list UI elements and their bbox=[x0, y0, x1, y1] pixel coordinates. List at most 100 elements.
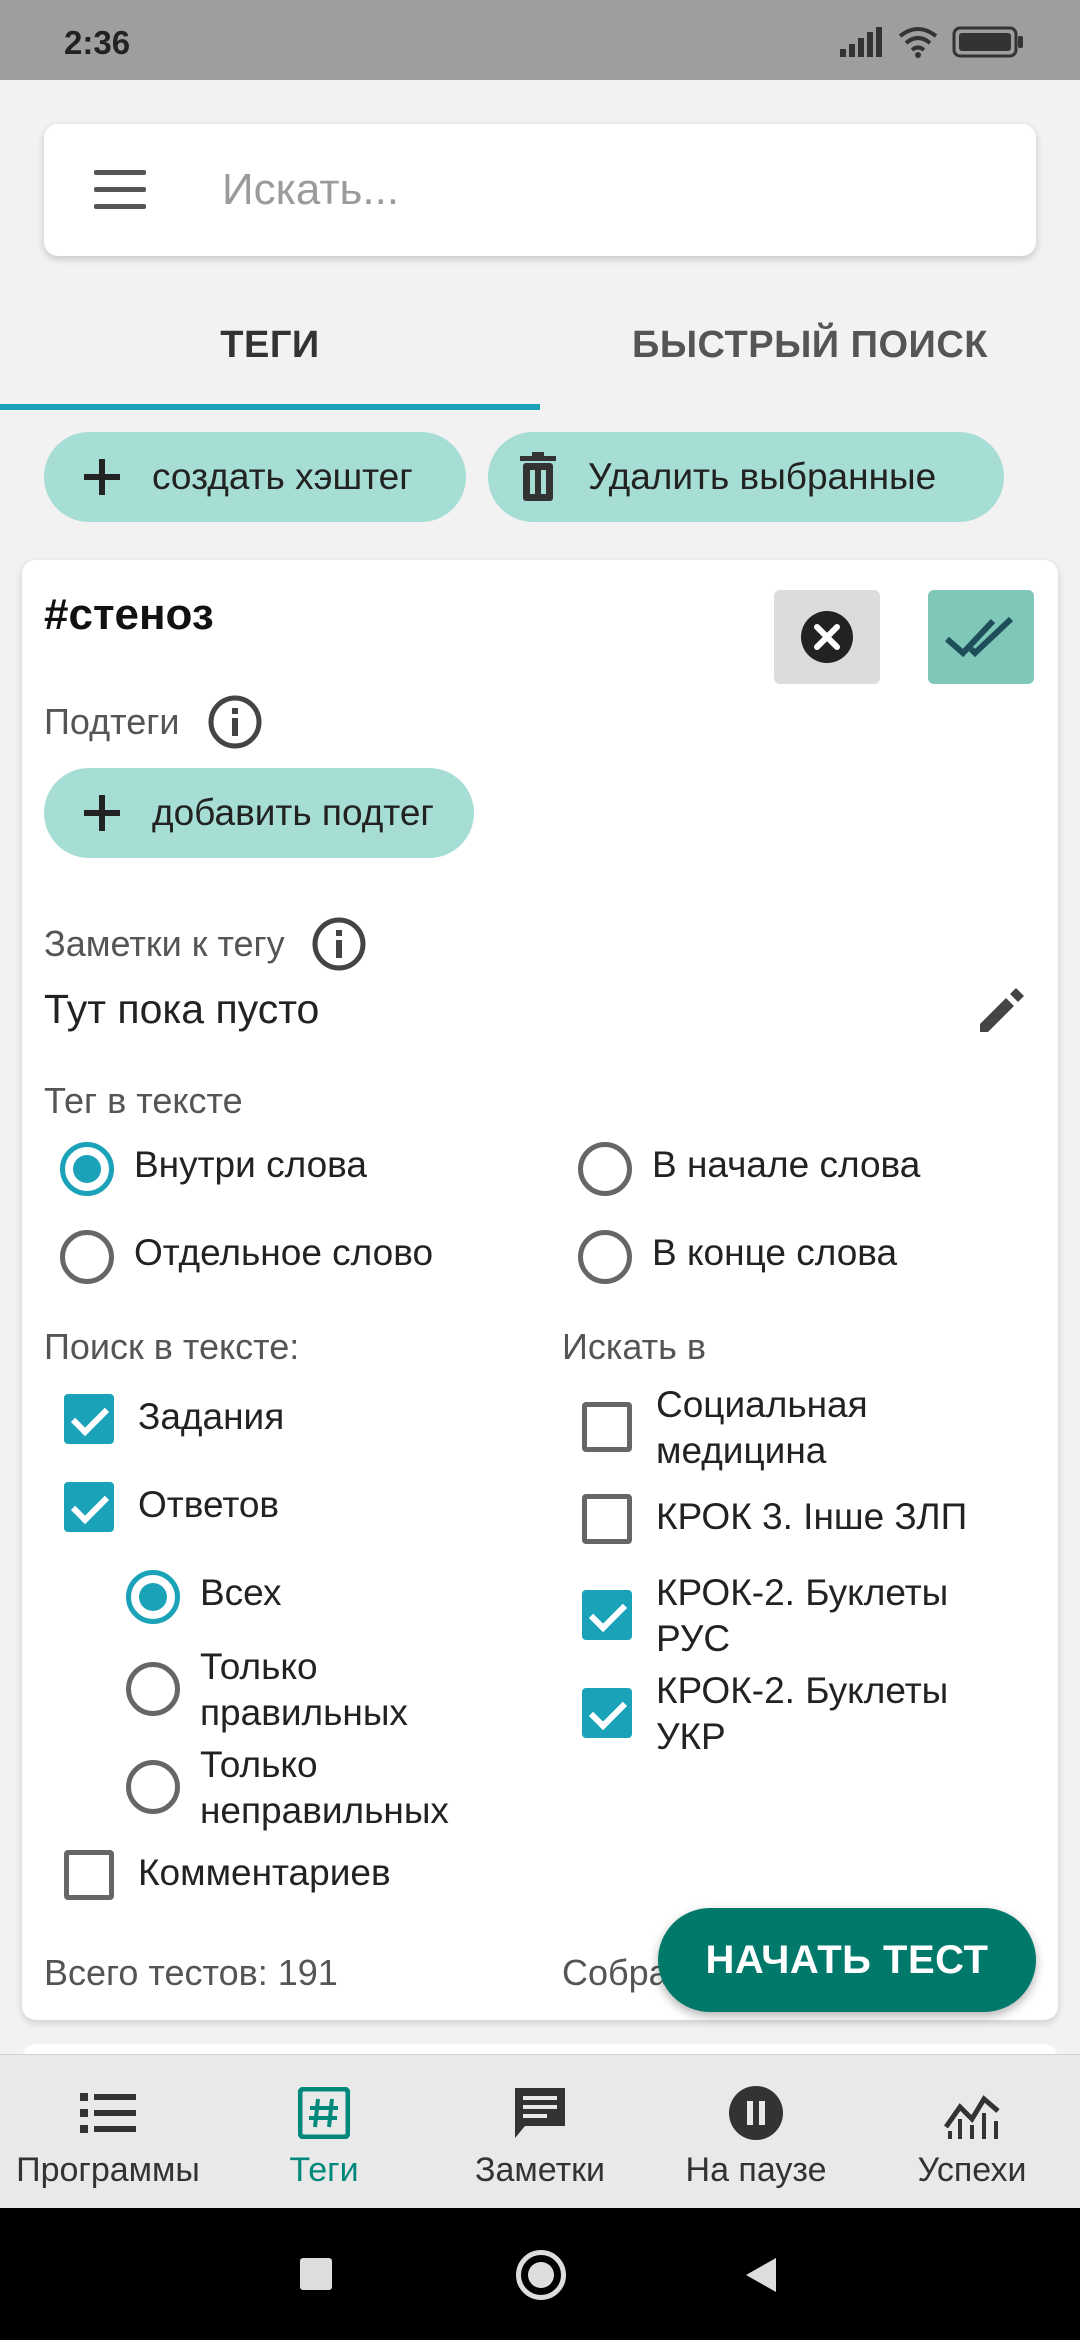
nav-label: Заметки bbox=[474, 2151, 606, 2189]
tag-title: #стеноз bbox=[44, 590, 214, 639]
checkbox-comments[interactable]: Комментариев bbox=[62, 1850, 391, 1900]
info-icon[interactable] bbox=[311, 916, 367, 972]
option-label: Отдельное слово bbox=[134, 1232, 434, 1273]
radio-button bbox=[578, 1230, 632, 1284]
recents-button[interactable] bbox=[300, 2258, 332, 2290]
radio-all-answers[interactable]: Всех bbox=[126, 1570, 281, 1624]
nav-label: Успехи bbox=[917, 2151, 1027, 2189]
checkbox bbox=[64, 1394, 114, 1444]
option-label: КРОК-2. Буклеты РУС bbox=[656, 1572, 949, 1659]
tab-tags[interactable]: ТЕГИ bbox=[0, 290, 540, 410]
option-label: Внутри слова bbox=[134, 1144, 367, 1185]
subtags-row: Подтеги bbox=[44, 694, 263, 750]
wifi-icon bbox=[898, 27, 938, 58]
delete-selected-button[interactable]: Удалить выбранные bbox=[488, 432, 1004, 522]
option-label: Ответов bbox=[138, 1484, 280, 1525]
back-icon[interactable] bbox=[744, 2256, 778, 2294]
checkbox bbox=[64, 1482, 114, 1532]
option-label: Социальная медицина bbox=[656, 1384, 868, 1471]
plus-icon bbox=[66, 441, 138, 513]
checkbox-source-krok2-ukr[interactable]: КРОК-2. Буклеты УКР bbox=[580, 1668, 1000, 1760]
menu-icon[interactable] bbox=[94, 170, 146, 210]
subtags-label: Подтеги bbox=[44, 701, 180, 742]
option-label: Комментариев bbox=[138, 1852, 391, 1893]
search-bar bbox=[44, 124, 1036, 256]
option-label: Всех bbox=[200, 1572, 282, 1613]
trash-icon bbox=[502, 441, 574, 513]
start-test-button[interactable]: НАЧАТЬ ТЕСТ bbox=[658, 1908, 1036, 2012]
close-circle-icon bbox=[801, 611, 853, 663]
radio-button bbox=[60, 1142, 114, 1196]
create-hashtag-button[interactable]: создать хэштег bbox=[44, 432, 466, 522]
nav-label: Теги bbox=[289, 2151, 359, 2189]
active-tab-indicator bbox=[0, 404, 540, 410]
search-input[interactable] bbox=[220, 154, 980, 226]
checkbox-answers[interactable]: Ответов bbox=[62, 1482, 279, 1532]
checkbox bbox=[582, 1590, 632, 1640]
pause-icon bbox=[726, 2083, 786, 2143]
nav-label: Программы bbox=[16, 2151, 200, 2189]
tag-card: #стеноз Подтеги добавить подтег Заметки … bbox=[22, 560, 1058, 2020]
option-label: В начале слова bbox=[652, 1144, 921, 1185]
checkbox bbox=[582, 1402, 632, 1452]
total-tests: Всего тестов: 191 bbox=[44, 1952, 338, 1993]
nav-label: На паузе bbox=[685, 2151, 827, 2189]
option-label: КРОК-2. Буклеты УКР bbox=[656, 1670, 949, 1757]
option-label: КРОК 3. Інше ЗЛП bbox=[656, 1496, 968, 1537]
option-label: Задания bbox=[138, 1396, 285, 1437]
remove-tag-button[interactable] bbox=[774, 590, 880, 684]
plus-icon bbox=[66, 777, 138, 849]
tab-quick-search-label: БЫСТРЫЙ ПОИСК bbox=[632, 324, 988, 366]
nav-tags[interactable]: Теги bbox=[216, 2055, 432, 2209]
battery-icon bbox=[952, 26, 1023, 58]
radio-word-end[interactable]: В конце слова bbox=[578, 1230, 897, 1284]
checkbox-tasks[interactable]: Задания bbox=[62, 1394, 284, 1444]
checkbox bbox=[582, 1688, 632, 1738]
delete-selected-label: Удалить выбранные bbox=[588, 456, 937, 497]
radio-word-start[interactable]: В начале слова bbox=[578, 1142, 920, 1196]
notes-row: Заметки к тегу bbox=[44, 916, 367, 972]
option-label: Только правильных bbox=[200, 1646, 408, 1733]
option-label: Только неправильных bbox=[200, 1744, 449, 1831]
search-in-label: Искать в bbox=[562, 1326, 707, 1367]
notes-label: Заметки к тегу bbox=[44, 923, 285, 964]
radio-only-incorrect[interactable]: Только неправильных bbox=[126, 1742, 449, 1834]
option-label: В конце слова bbox=[652, 1232, 898, 1273]
radio-button bbox=[60, 1230, 114, 1284]
collected-tests: Собра bbox=[562, 1952, 669, 1993]
checkbox-source-krok3[interactable]: КРОК 3. Інше ЗЛП bbox=[580, 1494, 1040, 1544]
search-in-text-label: Поиск в тексте: bbox=[44, 1326, 300, 1367]
nav-programs[interactable]: Программы bbox=[0, 2055, 216, 2209]
chart-icon bbox=[942, 2083, 1002, 2143]
tab-quick-search[interactable]: БЫСТРЫЙ ПОИСК bbox=[540, 290, 1080, 410]
nav-paused[interactable]: На паузе bbox=[648, 2055, 864, 2209]
add-subtag-button[interactable]: добавить подтег bbox=[44, 768, 474, 858]
status-time: 2:36 bbox=[64, 24, 131, 61]
checkbox-source-social-medicine[interactable]: Социальная медицина bbox=[580, 1382, 1000, 1474]
radio-button bbox=[126, 1662, 180, 1716]
checkbox bbox=[582, 1494, 632, 1544]
signal-icon bbox=[840, 27, 882, 57]
info-icon[interactable] bbox=[207, 694, 263, 750]
radio-separate-word[interactable]: Отдельное слово bbox=[60, 1230, 433, 1284]
notes-text: Тут пока пусто bbox=[44, 986, 320, 1032]
home-button[interactable] bbox=[516, 2250, 566, 2300]
nav-notes[interactable]: Заметки bbox=[432, 2055, 648, 2209]
nav-progress[interactable]: Успехи bbox=[864, 2055, 1080, 2209]
radio-inside-word[interactable]: Внутри слова bbox=[60, 1142, 367, 1196]
radio-button bbox=[126, 1570, 180, 1624]
tab-tags-label: ТЕГИ bbox=[220, 324, 320, 366]
status-bar: 2:36 bbox=[0, 0, 1080, 80]
select-tag-button[interactable] bbox=[928, 590, 1034, 684]
status-icons bbox=[840, 26, 1024, 58]
hashtag-icon bbox=[294, 2083, 354, 2143]
checkbox bbox=[64, 1850, 114, 1900]
checkbox-source-krok2-rus[interactable]: КРОК-2. Буклеты РУС bbox=[580, 1570, 1000, 1662]
edit-icon[interactable] bbox=[974, 982, 1030, 1038]
radio-only-correct[interactable]: Только правильных bbox=[126, 1644, 426, 1736]
add-subtag-label: добавить подтег bbox=[152, 792, 434, 833]
tag-in-text-label: Тег в тексте bbox=[44, 1080, 243, 1121]
radio-button bbox=[578, 1142, 632, 1196]
radio-button bbox=[126, 1760, 180, 1814]
create-hashtag-label: создать хэштег bbox=[152, 456, 413, 497]
